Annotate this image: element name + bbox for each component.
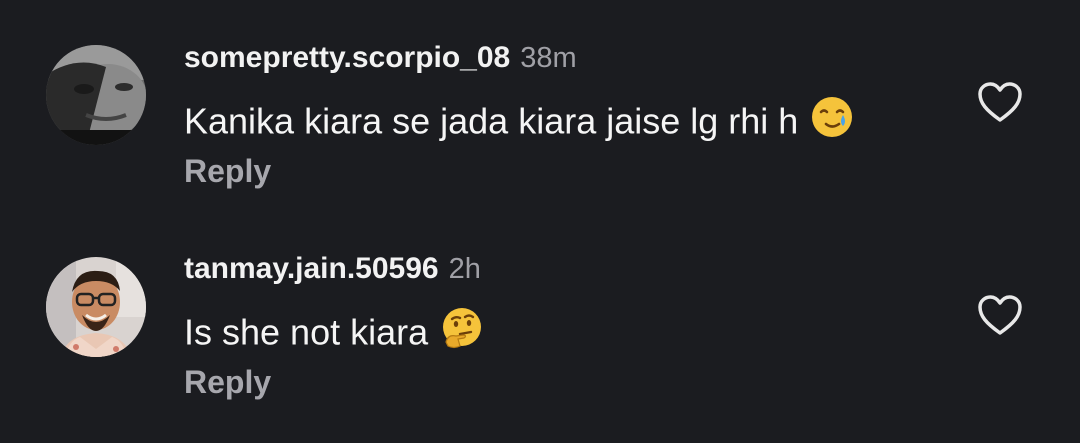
username[interactable]: somepretty.scorpio_08 <box>184 41 510 74</box>
comment-header: somepretty.scorpio_08 38m <box>184 43 577 73</box>
timestamp: 38m <box>520 42 577 74</box>
reply-button[interactable]: Reply <box>184 155 271 187</box>
timestamp: 2h <box>448 253 481 285</box>
heart-outline-icon[interactable] <box>976 293 1024 337</box>
comment-body: Is she not kiara <box>184 311 429 353</box>
heart-outline-icon[interactable] <box>976 80 1024 124</box>
avatar[interactable] <box>46 45 146 145</box>
thinking-face-icon <box>440 306 484 356</box>
comment-body: Kanika kiara se jada kiara jaise lg rhi … <box>184 100 799 142</box>
comment-text: Kanika kiara se jada kiara jaise lg rhi … <box>184 97 854 149</box>
comment-text: Is she not kiara <box>184 308 484 360</box>
username[interactable]: tanmay.jain.50596 <box>184 252 439 285</box>
avatar[interactable] <box>46 257 146 357</box>
reply-button[interactable]: Reply <box>184 366 271 398</box>
smiling-face-with-tear-icon <box>810 95 854 145</box>
comment-header: tanmay.jain.50596 2h <box>184 254 481 284</box>
